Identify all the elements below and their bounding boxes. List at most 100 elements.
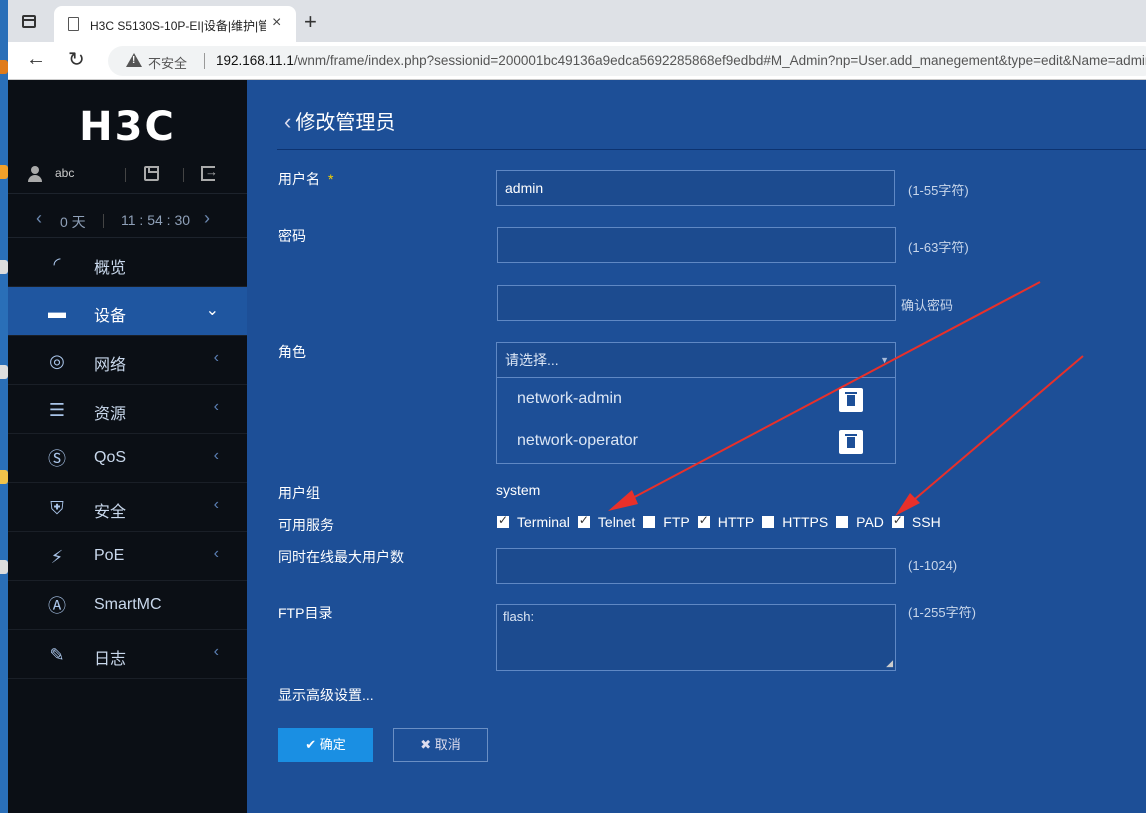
divider [125,168,126,182]
poe-icon: ⚡ [50,547,64,567]
chevron-left-icon[interactable]: ‹ [36,208,42,229]
service-ftp: FTP [643,514,690,530]
password-hint: (1-63字符) [908,240,969,255]
sidebar-item-resource[interactable]: ☰ 资源 ‹ [8,385,247,434]
sidebar-item-smartmc[interactable]: Ⓐ SmartMC [8,581,247,630]
password-label: 密码 [278,228,306,244]
confirm-button[interactable]: ✔ 确定 [278,728,373,762]
user-group-label: 用户组 [278,485,320,501]
sidebar-item-network[interactable]: ◎ 网络 ‹ [8,336,247,385]
user-row: abc [8,158,247,194]
tab-close-icon[interactable]: × [272,14,281,32]
telnet-checkbox[interactable] [577,513,590,528]
reload-icon[interactable]: ↻ [68,47,85,72]
service-http: HTTP [697,513,754,530]
terminal-checkbox[interactable] [497,513,509,528]
chevron-left-icon: ‹ [213,643,219,660]
sidebar-item-label: 资源 [94,406,127,423]
service-name: PAD [856,514,884,530]
pad-checkbox[interactable] [836,516,849,528]
qos-icon: Ⓢ [48,449,66,469]
chevron-right-icon[interactable]: › [204,208,210,229]
role-item: network-operator [517,432,638,449]
cancel-button[interactable]: ✖ 取消 [393,728,488,762]
service-terminal: Terminal [497,513,570,530]
username-label-text: 用户名 [278,171,320,187]
log-icon: ✎ [49,645,65,665]
role-list: network-admin network-operator [496,378,896,464]
username-label: 用户名 * [278,169,333,189]
service-pad: PAD [836,514,884,530]
sidebar-item-label: QoS [94,449,127,466]
warning-icon [126,53,142,67]
sidebar-item-poe[interactable]: ⚡ PoE ‹ [8,532,247,581]
back-icon[interactable]: ← [26,48,46,71]
confirm-password-label: 确认密码 [901,298,954,313]
service-name: Terminal [517,514,570,530]
tab-actions-icon[interactable] [22,15,36,28]
sidebar-item-label: 设备 [94,308,127,325]
trash-icon[interactable] [839,388,863,412]
browser-tab[interactable]: H3C S5130S-10P-EI|设备|维护|管理员 × [54,6,296,42]
https-checkbox[interactable] [762,516,775,528]
ftp-dir-value: flash: [503,609,535,624]
sidebar-item-label: 安全 [94,504,127,521]
sidebar-item-log[interactable]: ✎ 日志 ‹ [8,630,247,679]
sidebar-item-overview[interactable]: ◜ 概览 [8,239,247,287]
ftp-dir-textarea[interactable]: flash: ◢ [496,604,896,671]
sidebar-item-label: 概览 [94,260,127,277]
desktop-strip [0,0,8,813]
service-telnet: Telnet [577,513,636,530]
services-label: 可用服务 [278,517,334,533]
service-name: Telnet [597,514,636,530]
sidebar-item-security[interactable]: ⛨ 安全 ‹ [8,483,247,532]
service-name: FTP [663,514,690,530]
show-advanced-link[interactable]: 显示高级设置... [278,685,374,705]
role-select[interactable]: 请选择... ▼ [496,342,896,378]
user-icon [28,166,42,182]
service-ssh: SSH [891,513,941,530]
tab-title: H3C S5130S-10P-EI|设备|维护|管理员 [90,19,266,33]
role-label: 角色 [278,344,306,360]
sidebar-item-label: PoE [94,547,125,564]
chevron-down-icon: ⌄ [205,302,219,319]
page-title: ‹ 修改管理员 [284,106,395,135]
max-users-hint: (1-1024) [908,558,958,573]
services-row: Terminal Telnet FTP HTTP HTTPS PAD SSH [497,513,949,534]
smartmc-icon: Ⓐ [48,596,66,616]
max-users-input[interactable] [496,548,896,584]
username-input[interactable]: admin [496,170,895,206]
role-item: network-admin [517,390,622,407]
chevron-left-icon: ‹ [213,349,219,366]
device-icon: ▬ [48,302,66,322]
page-icon [68,17,79,31]
ssh-checkbox[interactable] [891,513,904,528]
url-input[interactable]: 不安全 192.168.11.1/wnm/frame/index.php?ses… [108,46,1146,76]
sidebar-item-device[interactable]: ▬ 设备 ⌄ [8,287,247,336]
back-chevron-icon[interactable]: ‹ [284,109,291,134]
sidebar-item-label: SmartMC [94,596,162,613]
new-tab-icon[interactable]: + [304,9,317,35]
resize-handle-icon[interactable]: ◢ [886,658,893,669]
chevron-left-icon: ‹ [213,447,219,464]
sidebar-item-label: 网络 [94,357,127,374]
sidebar: H3C abc ‹ 0 天 11 : 54 : 30 › ◜ 概览 ▬ 设备 ⌄… [8,80,247,813]
http-checkbox[interactable] [697,513,710,528]
uptime-clock: 11 : 54 : 30 [121,212,191,228]
database-icon: ☰ [48,400,66,420]
chevron-left-icon: ‹ [213,398,219,415]
url-text: 192.168.11.1/wnm/frame/index.php?session… [216,53,1146,68]
max-users-label: 同时在线最大用户数 [278,549,404,565]
ftp-checkbox[interactable] [643,516,656,528]
page-title-text: 修改管理员 [295,112,396,134]
service-https: HTTPS [762,514,828,530]
confirm-password-input[interactable] [497,285,896,321]
role-placeholder: 请选择... [505,352,559,368]
logout-icon[interactable] [201,164,218,181]
save-icon[interactable] [144,166,159,181]
address-bar: ← ↻ 不安全 192.168.11.1/wnm/frame/index.php… [8,42,1146,80]
password-input[interactable] [497,227,896,263]
sidebar-item-qos[interactable]: Ⓢ QoS ‹ [8,434,247,483]
trash-icon[interactable] [839,430,863,454]
browser-tab-bar: H3C S5130S-10P-EI|设备|维护|管理员 × + [8,0,1146,42]
